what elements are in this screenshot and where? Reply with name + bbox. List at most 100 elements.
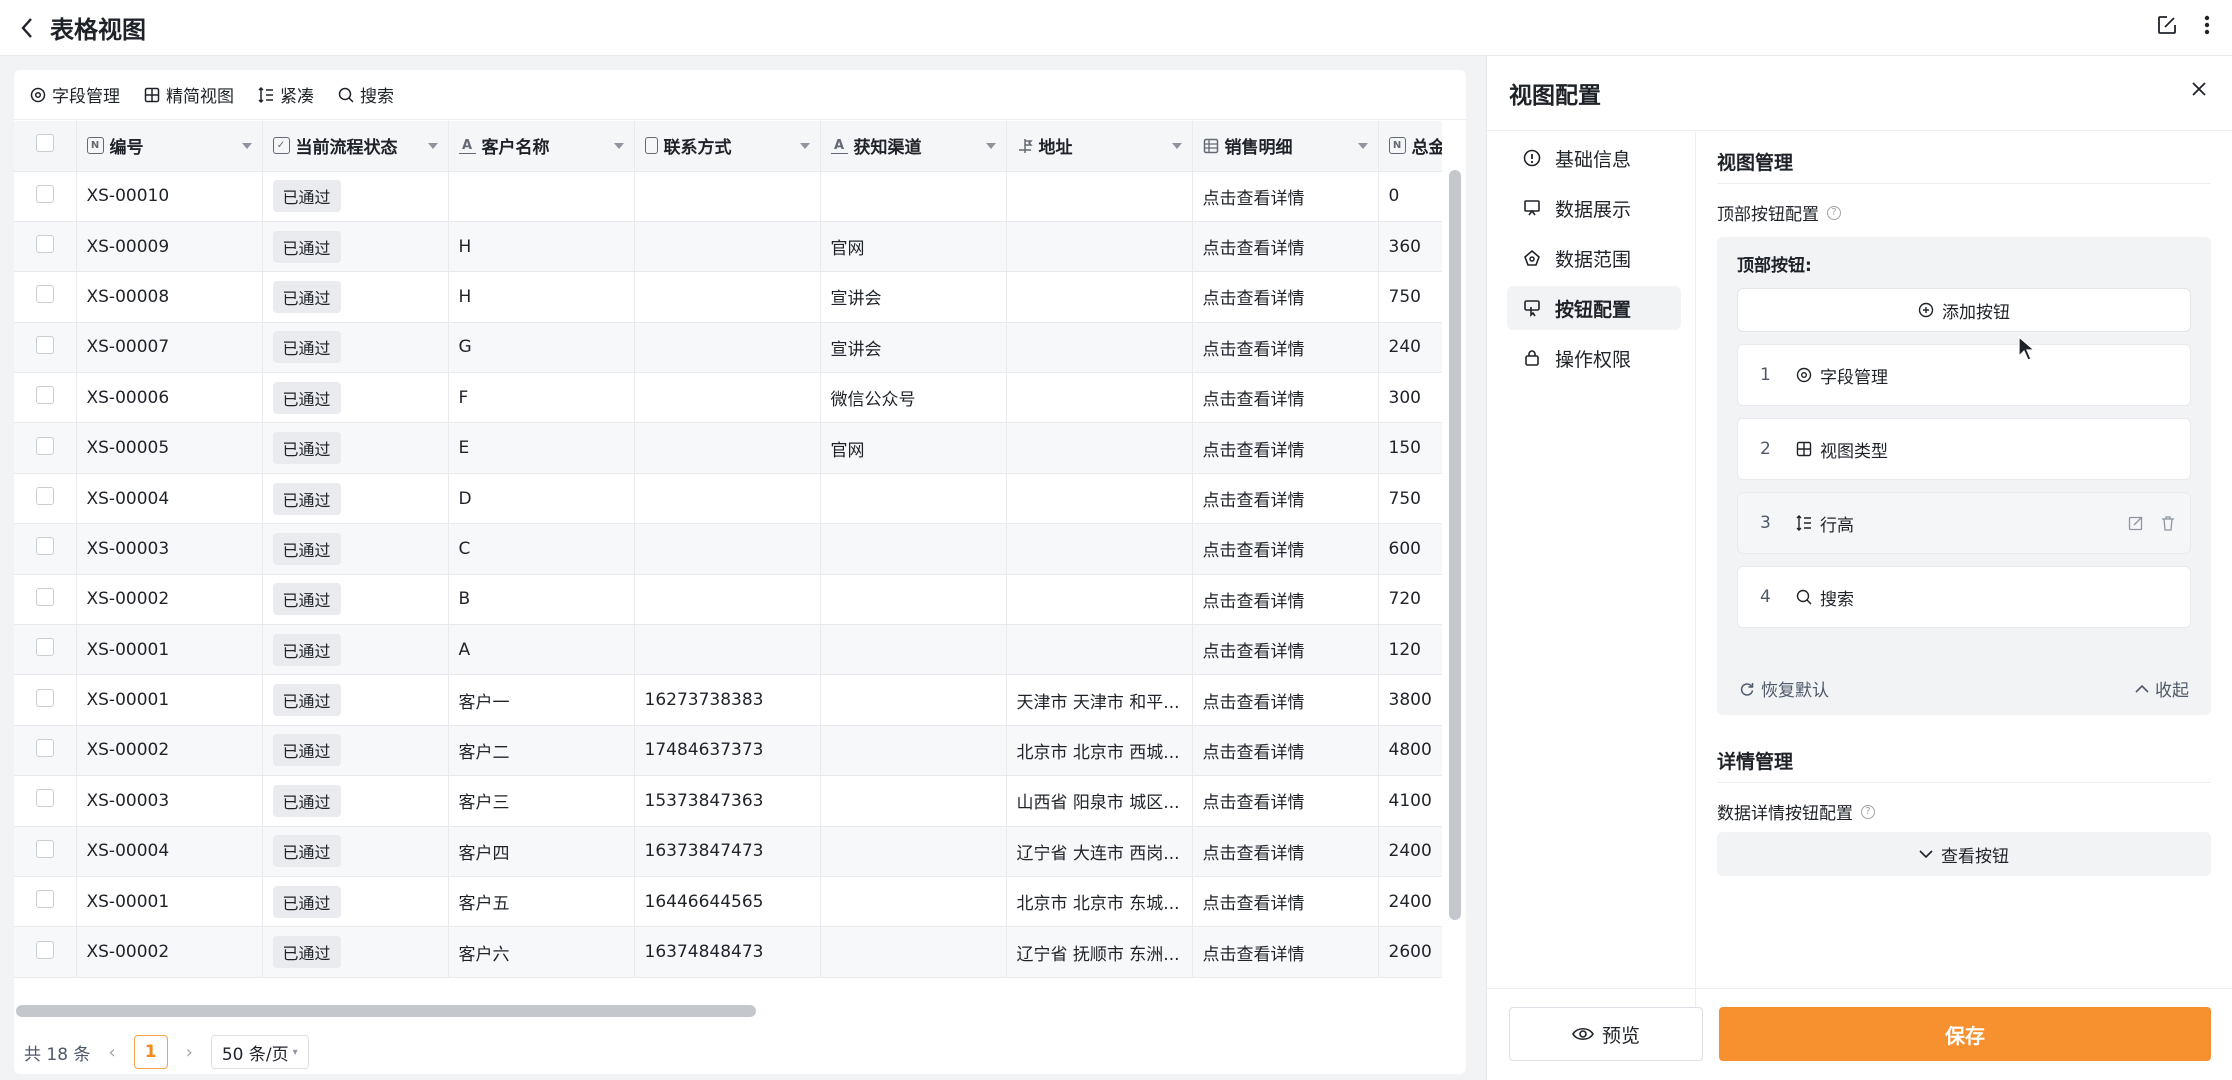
- row-select-cell[interactable]: [14, 624, 77, 676]
- row-select-cell[interactable]: [14, 775, 77, 827]
- row-checkbox[interactable]: [35, 839, 54, 858]
- table-cell[interactable]: 4100: [1378, 775, 1442, 827]
- table-cell[interactable]: 已通过: [262, 422, 449, 474]
- table-cell[interactable]: 客户一: [448, 674, 635, 726]
- table-cell[interactable]: 客户五: [448, 876, 635, 928]
- table-cell[interactable]: [634, 473, 821, 525]
- row-checkbox[interactable]: [35, 184, 54, 203]
- table-cell[interactable]: [634, 422, 821, 474]
- row-select-cell[interactable]: [14, 574, 77, 626]
- column-header[interactable]: A 获知渠道: [820, 121, 1007, 172]
- row-select-cell[interactable]: [14, 523, 77, 575]
- row-checkbox[interactable]: [35, 436, 54, 455]
- table-cell[interactable]: 客户四: [448, 826, 635, 877]
- table-cell[interactable]: 宣讲会: [820, 322, 1007, 374]
- table-cell[interactable]: F: [448, 372, 635, 424]
- row-checkbox[interactable]: [35, 789, 54, 808]
- table-cell[interactable]: 16374848473: [634, 926, 821, 978]
- table-cell[interactable]: [1006, 271, 1193, 323]
- preview-button[interactable]: 预览: [1509, 1007, 1703, 1061]
- table-cell[interactable]: [1006, 473, 1193, 525]
- table-cell[interactable]: 750: [1378, 473, 1442, 525]
- table-cell[interactable]: [1006, 322, 1193, 374]
- table-cell[interactable]: [634, 624, 821, 676]
- table-row[interactable]: XS-00005 已通过 E 官网 点击查看详情 150: [14, 422, 1442, 474]
- table-cell[interactable]: 360: [1378, 221, 1442, 273]
- table-cell[interactable]: H: [448, 221, 635, 273]
- column-header[interactable]: N 编号: [76, 121, 263, 172]
- table-cell[interactable]: XS-00001: [76, 674, 263, 726]
- column-menu-caret-icon[interactable]: [985, 142, 996, 149]
- table-cell[interactable]: 2600: [1378, 926, 1442, 978]
- table-cell[interactable]: 客户二: [448, 725, 635, 777]
- table-cell[interactable]: XS-00004: [76, 473, 263, 525]
- table-cell[interactable]: 17484637373: [634, 725, 821, 777]
- table-cell[interactable]: [448, 171, 635, 222]
- table-row[interactable]: XS-00002 已通过 B 点击查看详情 720: [14, 574, 1442, 626]
- column-header[interactable]: ✓ 当前流程状态: [262, 121, 449, 172]
- table-cell[interactable]: B: [448, 574, 635, 626]
- table-cell[interactable]: [634, 574, 821, 626]
- table-cell[interactable]: 4800: [1378, 725, 1442, 777]
- column-menu-caret-icon[interactable]: [613, 142, 624, 149]
- top-button-item[interactable]: 3 行高: [1737, 492, 2191, 554]
- table-cell[interactable]: [820, 473, 1007, 525]
- table-cell[interactable]: [634, 372, 821, 424]
- column-menu-caret-icon[interactable]: [799, 142, 810, 149]
- table-cell[interactable]: XS-00005: [76, 422, 263, 474]
- table-cell[interactable]: 点击查看详情: [1192, 876, 1379, 928]
- table-cell[interactable]: [820, 674, 1007, 726]
- table-cell[interactable]: XS-00007: [76, 322, 263, 374]
- edit-icon[interactable]: [2156, 14, 2178, 36]
- search-button[interactable]: 搜索: [338, 82, 394, 107]
- column-header[interactable]: N 总金额: [1378, 121, 1442, 172]
- row-select-cell[interactable]: [14, 876, 77, 928]
- table-cell[interactable]: 点击查看详情: [1192, 674, 1379, 726]
- delete-icon[interactable]: [2160, 515, 2176, 531]
- table-cell[interactable]: 120: [1378, 624, 1442, 676]
- row-checkbox[interactable]: [35, 386, 54, 405]
- table-cell[interactable]: XS-00002: [76, 574, 263, 626]
- table-cell[interactable]: 点击查看详情: [1192, 624, 1379, 676]
- table-cell[interactable]: [820, 574, 1007, 626]
- table-cell[interactable]: 已通过: [262, 725, 449, 777]
- table-cell[interactable]: E: [448, 422, 635, 474]
- row-height-button[interactable]: 紧凑: [258, 82, 314, 107]
- row-select-cell[interactable]: [14, 725, 77, 777]
- row-select-cell[interactable]: [14, 221, 77, 273]
- menu-item-button-config[interactable]: 按钮配置: [1507, 286, 1681, 330]
- table-cell[interactable]: 16273738383: [634, 674, 821, 726]
- table-cell[interactable]: 点击查看详情: [1192, 826, 1379, 877]
- table-cell[interactable]: 点击查看详情: [1192, 322, 1379, 374]
- table-cell[interactable]: XS-00003: [76, 523, 263, 575]
- table-cell[interactable]: 15373847363: [634, 775, 821, 827]
- table-cell[interactable]: 已通过: [262, 322, 449, 374]
- table-cell[interactable]: D: [448, 473, 635, 525]
- top-button-item[interactable]: 4 搜索: [1737, 566, 2191, 628]
- table-cell[interactable]: 点击查看详情: [1192, 422, 1379, 474]
- row-checkbox[interactable]: [35, 537, 54, 556]
- edit-icon[interactable]: [2128, 515, 2144, 531]
- row-select-cell[interactable]: [14, 422, 77, 474]
- table-cell[interactable]: 点击查看详情: [1192, 171, 1379, 222]
- table-cell[interactable]: XS-00008: [76, 271, 263, 323]
- row-checkbox[interactable]: [35, 940, 54, 959]
- select-all-checkbox[interactable]: [35, 134, 54, 153]
- table-cell[interactable]: XS-00009: [76, 221, 263, 273]
- table-cell[interactable]: [634, 171, 821, 222]
- table-cell[interactable]: A: [448, 624, 635, 676]
- table-row[interactable]: XS-00010 已通过 点击查看详情 0: [14, 171, 1442, 222]
- row-select-cell[interactable]: [14, 372, 77, 424]
- top-button-item[interactable]: 2 视图类型: [1737, 418, 2191, 480]
- row-checkbox[interactable]: [35, 487, 54, 506]
- table-cell[interactable]: 微信公众号: [820, 372, 1007, 424]
- table-cell[interactable]: 点击查看详情: [1192, 473, 1379, 525]
- table-row[interactable]: XS-00004 已通过 D 点击查看详情 750: [14, 473, 1442, 525]
- column-menu-caret-icon[interactable]: [241, 142, 252, 149]
- column-header[interactable]: A 客户名称: [448, 121, 635, 172]
- table-cell[interactable]: 已通过: [262, 624, 449, 676]
- table-cell[interactable]: [634, 221, 821, 273]
- table-cell[interactable]: 已通过: [262, 171, 449, 222]
- page-size-select[interactable]: 50 条/页 ▾: [210, 1035, 309, 1069]
- table-cell[interactable]: [820, 775, 1007, 827]
